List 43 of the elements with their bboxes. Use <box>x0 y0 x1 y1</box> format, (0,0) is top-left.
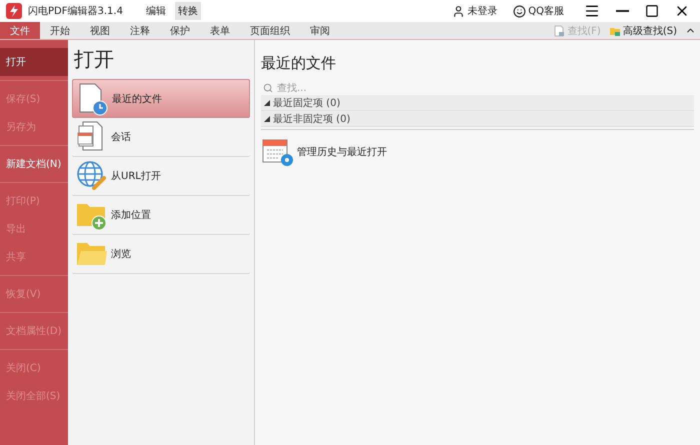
mode-tab[interactable]: 编辑 <box>142 2 169 20</box>
minimize-icon <box>616 10 628 12</box>
group-label: 最近固定项 (0) <box>273 96 340 110</box>
ribbon-tab[interactable]: 视图 <box>80 22 120 39</box>
smiley-icon <box>513 4 526 18</box>
app-logo-icon <box>6 3 22 19</box>
find-button[interactable]: 高级查找(S) <box>604 22 681 39</box>
ribbon-tab[interactable]: 文件 <box>0 22 40 39</box>
group-label: 最近非固定项 (0) <box>273 112 350 126</box>
panel-title: 打开 <box>73 46 115 73</box>
ribbon-tab[interactable]: 保护 <box>160 22 200 39</box>
open-option[interactable]: 最近的文件 <box>72 79 250 118</box>
user-icon <box>452 4 466 18</box>
manage-history-link[interactable]: 管理历史与最近打开 <box>297 145 387 159</box>
option-label: 最近的文件 <box>112 92 162 106</box>
globe-link-icon <box>75 159 109 193</box>
option-label: 添加位置 <box>111 208 151 222</box>
ribbon-tab[interactable]: 注释 <box>120 22 160 39</box>
option-label: 从URL打开 <box>111 170 161 183</box>
window-title: 闪电PDF编辑器3.1.4 <box>28 4 123 18</box>
open-option[interactable]: 从URL打开 <box>72 157 250 196</box>
option-label: 会话 <box>111 130 131 144</box>
maximize-icon <box>645 4 659 18</box>
sidebar-item[interactable]: 新建文档(N) <box>0 150 68 178</box>
support-link[interactable]: QQ客服 <box>513 4 564 18</box>
menu-icon <box>584 3 600 19</box>
open-option[interactable]: 会话 <box>72 118 250 157</box>
mode-tab[interactable]: 转换 <box>174 2 201 20</box>
ribbon-tab[interactable]: 审阅 <box>300 22 340 39</box>
sidebar-item[interactable]: 打开 <box>0 48 68 76</box>
open-option[interactable]: 添加位置 <box>72 196 250 235</box>
group-header[interactable]: 最近固定项 (0) <box>261 95 694 111</box>
login-link[interactable]: 未登录 <box>452 4 498 18</box>
ribbon-tab[interactable]: 开始 <box>40 22 80 39</box>
ribbon-tab[interactable]: 表单 <box>200 22 240 39</box>
panel-title: 最近的文件 <box>261 53 337 74</box>
option-label: 浏览 <box>111 248 131 261</box>
search-field[interactable]: 查找... <box>277 82 692 94</box>
search-icon <box>263 83 273 93</box>
document-search-icon <box>553 24 566 36</box>
group-header[interactable]: 最近非固定项 (0) <box>261 111 694 127</box>
open-option[interactable]: 浏览 <box>72 235 250 274</box>
ribbon-tab[interactable]: 页面组织 <box>240 22 300 39</box>
